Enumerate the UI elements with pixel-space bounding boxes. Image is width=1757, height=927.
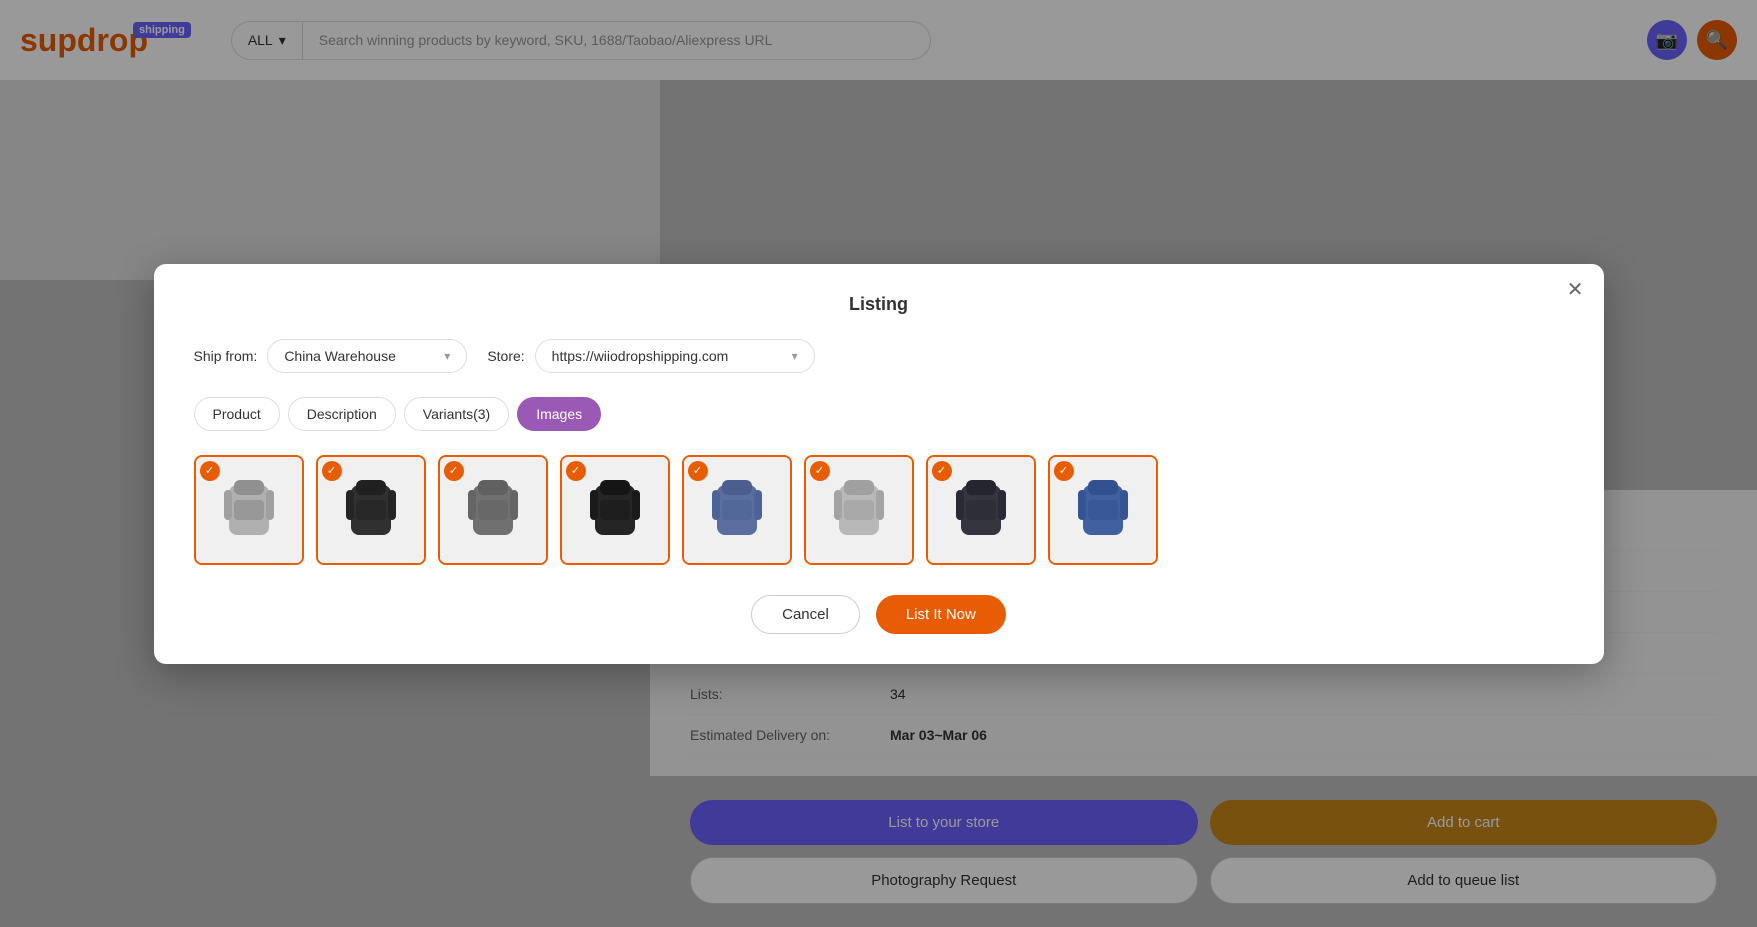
image-thumb-5[interactable]: ✓	[682, 455, 792, 565]
backpack-svg-4	[580, 470, 650, 550]
listing-modal: ✕ Listing Ship from: China Warehouse ▾ S…	[154, 264, 1604, 664]
store-chevron-icon: ▾	[792, 349, 798, 363]
check-badge-8: ✓	[1054, 461, 1074, 481]
backpack-svg-3	[458, 470, 528, 550]
backpack-svg-8	[1068, 470, 1138, 550]
check-badge-3: ✓	[444, 461, 464, 481]
modal-tabs: Product Description Variants(3) Images	[194, 397, 1564, 431]
check-badge-5: ✓	[688, 461, 708, 481]
modal-title: Listing	[194, 294, 1564, 315]
backpack-svg-6	[824, 470, 894, 550]
ship-from-label: Ship from:	[194, 348, 258, 364]
ship-from-value: China Warehouse	[284, 348, 396, 364]
image-thumb-3[interactable]: ✓	[438, 455, 548, 565]
backpack-svg-1	[214, 470, 284, 550]
store-value: https://wiiodropshipping.com	[552, 348, 729, 364]
backpack-svg-7	[946, 470, 1016, 550]
modal-actions: Cancel List It Now	[194, 595, 1564, 634]
modal-close-button[interactable]: ✕	[1567, 280, 1584, 300]
tab-product[interactable]: Product	[194, 397, 280, 431]
check-badge-2: ✓	[322, 461, 342, 481]
image-thumb-2[interactable]: ✓	[316, 455, 426, 565]
modal-overlay: ✕ Listing Ship from: China Warehouse ▾ S…	[0, 0, 1757, 927]
backpack-svg-5	[702, 470, 772, 550]
store-label: Store:	[487, 348, 524, 364]
image-thumb-8[interactable]: ✓	[1048, 455, 1158, 565]
ship-from-select[interactable]: China Warehouse ▾	[267, 339, 467, 373]
store-group: Store: https://wiiodropshipping.com ▾	[487, 339, 814, 373]
backpack-svg-2	[336, 470, 406, 550]
tab-images[interactable]: Images	[517, 397, 601, 431]
tab-variants[interactable]: Variants(3)	[404, 397, 509, 431]
image-thumb-4[interactable]: ✓	[560, 455, 670, 565]
list-it-now-button[interactable]: List It Now	[876, 595, 1006, 634]
store-select[interactable]: https://wiiodropshipping.com ▾	[535, 339, 815, 373]
ship-from-chevron-icon: ▾	[444, 349, 450, 363]
image-thumb-7[interactable]: ✓	[926, 455, 1036, 565]
image-thumb-6[interactable]: ✓	[804, 455, 914, 565]
check-badge-6: ✓	[810, 461, 830, 481]
modal-config-row: Ship from: China Warehouse ▾ Store: http…	[194, 339, 1564, 373]
images-grid: ✓ ✓	[194, 455, 1564, 565]
check-badge-1: ✓	[200, 461, 220, 481]
check-badge-4: ✓	[566, 461, 586, 481]
cancel-button[interactable]: Cancel	[751, 595, 860, 634]
tab-description[interactable]: Description	[288, 397, 396, 431]
image-thumb-1[interactable]: ✓	[194, 455, 304, 565]
ship-from-group: Ship from: China Warehouse ▾	[194, 339, 468, 373]
check-badge-7: ✓	[932, 461, 952, 481]
